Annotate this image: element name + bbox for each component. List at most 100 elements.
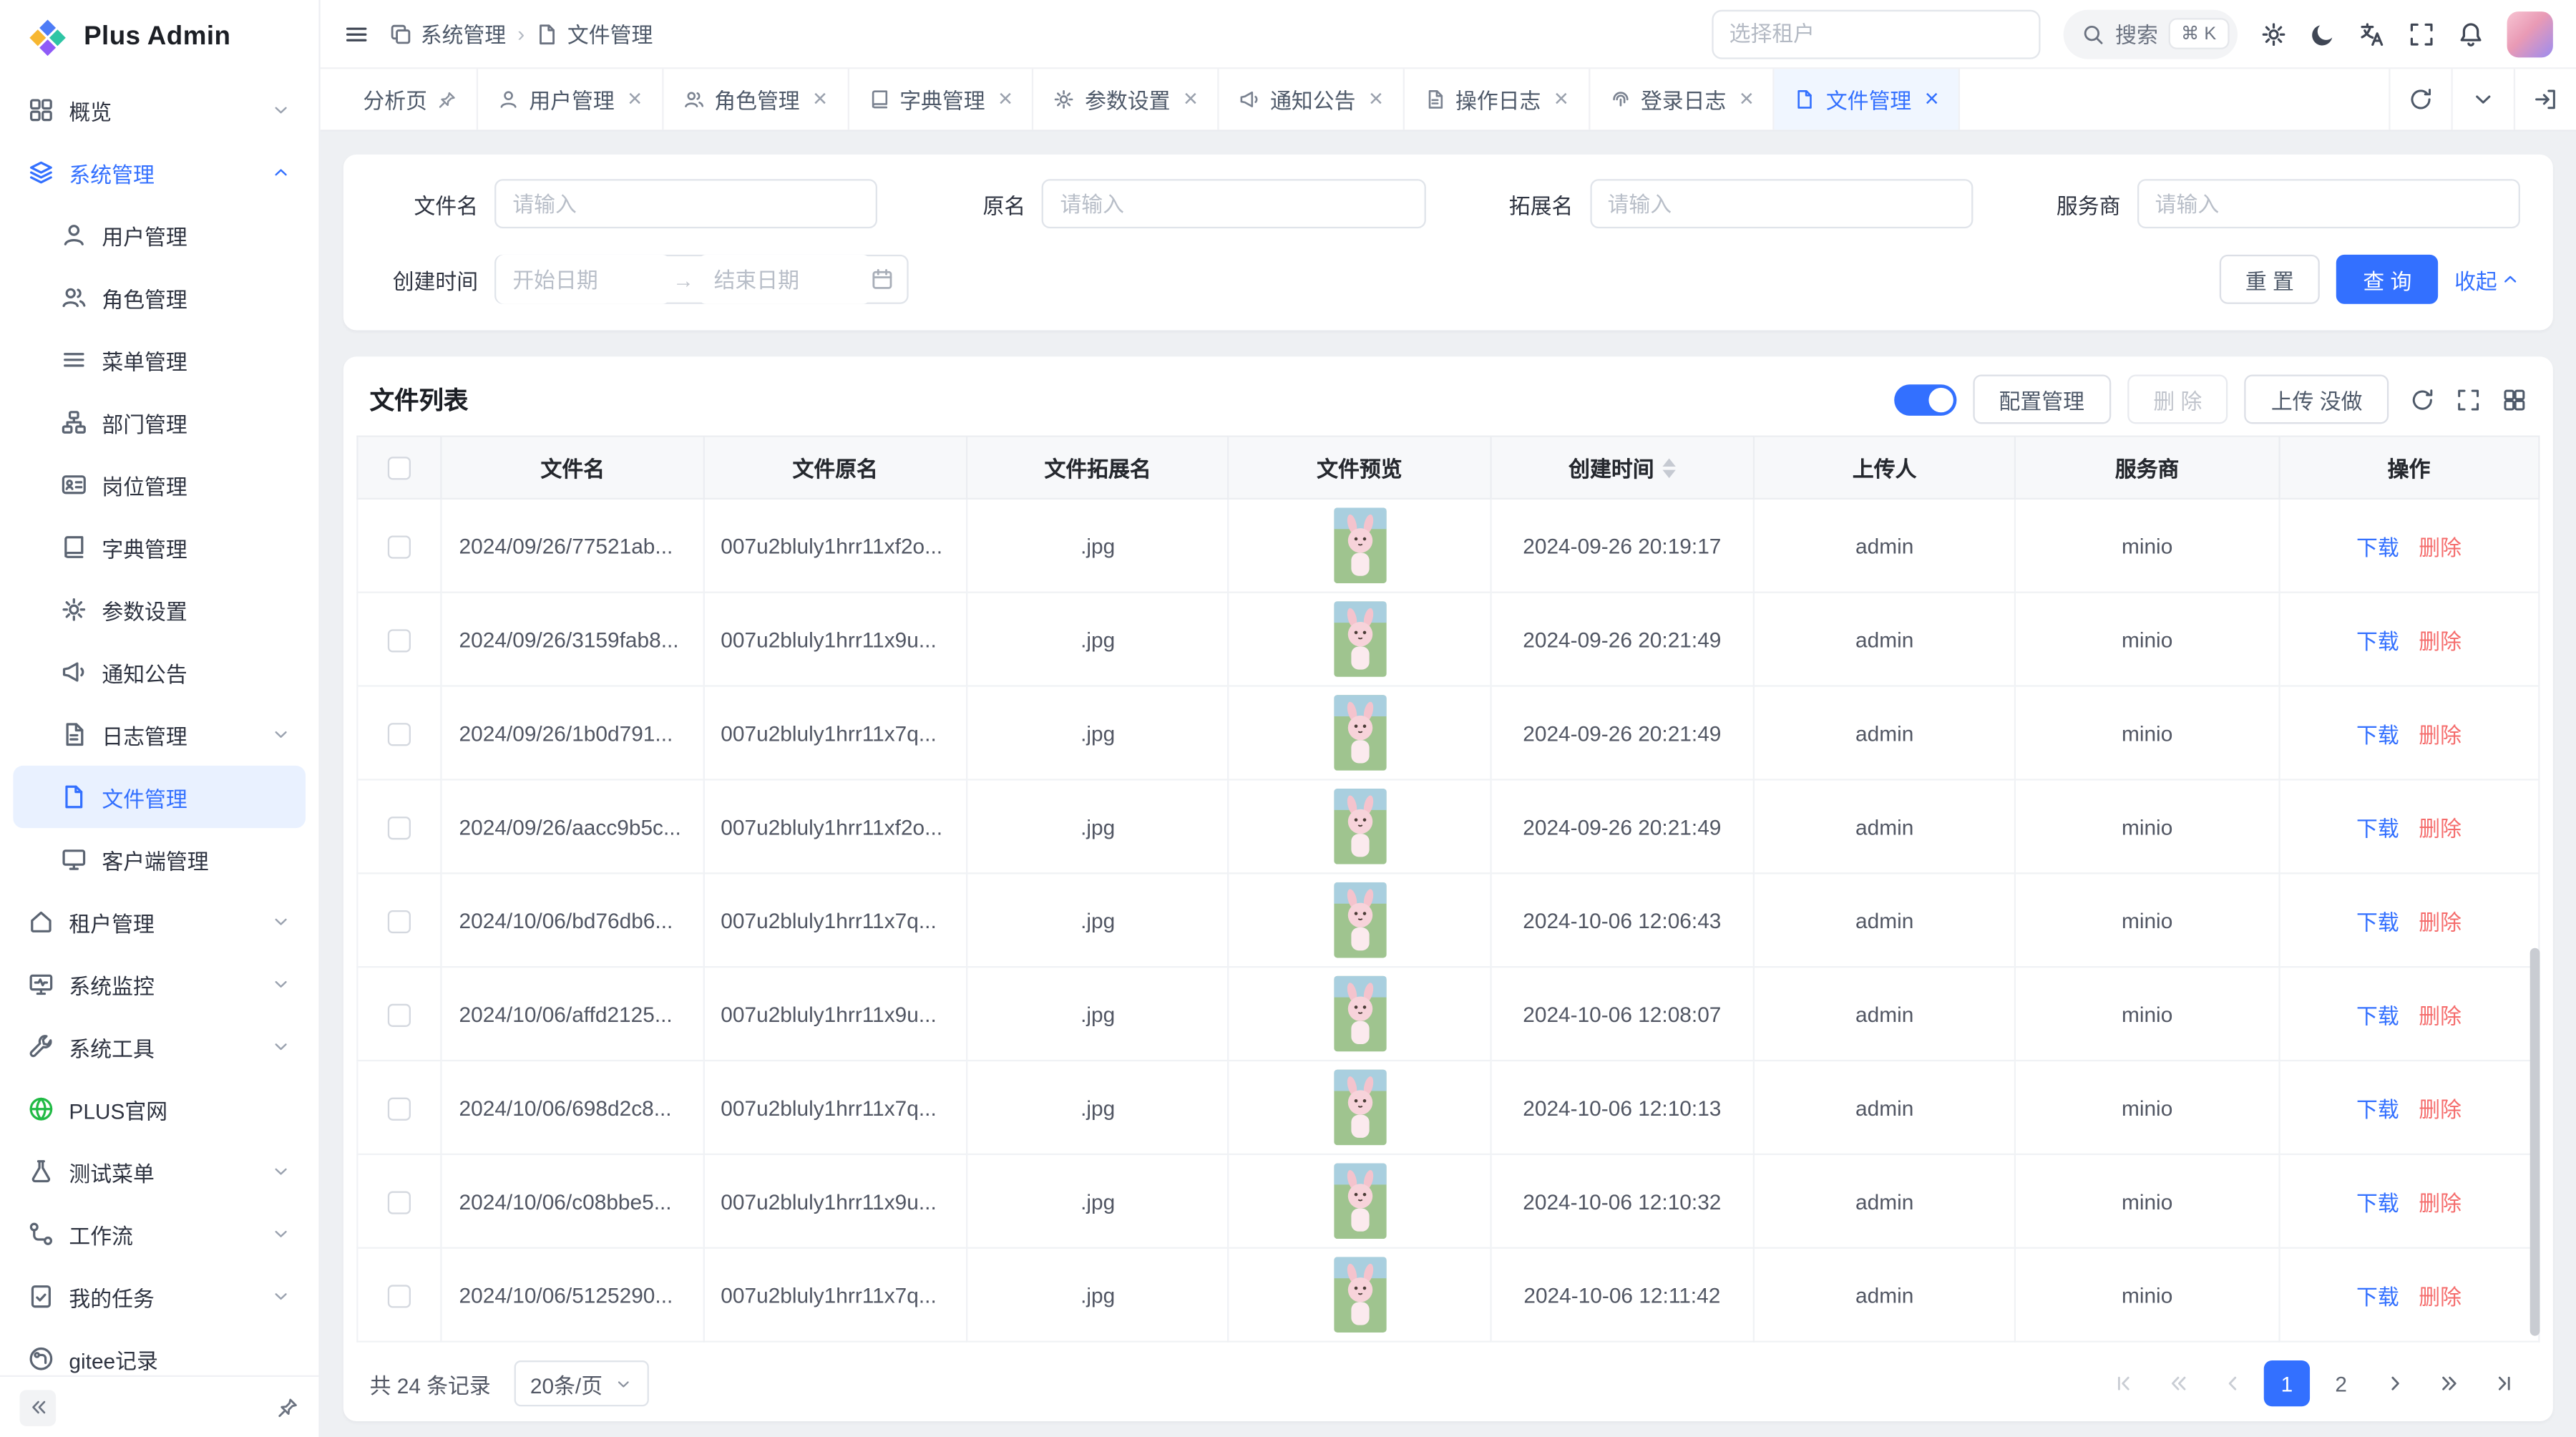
provider-input[interactable] xyxy=(2137,179,2520,228)
settings-button[interactable] xyxy=(2260,21,2287,47)
close-tab-icon[interactable]: × xyxy=(1369,87,1383,112)
fast-next-button[interactable] xyxy=(2426,1360,2472,1406)
end-date-input[interactable] xyxy=(698,255,871,304)
delete-link[interactable]: 删除 xyxy=(2419,535,2462,559)
file-preview-thumbnail[interactable] xyxy=(1333,601,1385,677)
sidebar-item-my-tasks[interactable]: 我的任务 xyxy=(13,1265,306,1328)
reset-button[interactable]: 重 置 xyxy=(2219,255,2320,304)
prev-page-button[interactable] xyxy=(2210,1360,2255,1406)
date-range-input[interactable]: → xyxy=(494,255,909,304)
columns-setting-button[interactable] xyxy=(2502,387,2527,411)
row-checkbox[interactable] xyxy=(388,1191,411,1214)
config-button[interactable]: 配置管理 xyxy=(1973,374,2111,424)
file-preview-thumbnail[interactable] xyxy=(1333,882,1385,958)
breadcrumb-item-system[interactable]: 系统管理 xyxy=(389,18,506,49)
row-checkbox[interactable] xyxy=(388,817,411,839)
sidebar-item-client-mgmt[interactable]: 客户端管理 xyxy=(13,828,306,890)
file-name-input[interactable] xyxy=(494,179,878,228)
delete-link[interactable]: 删除 xyxy=(2419,910,2462,934)
close-panel-button[interactable] xyxy=(2514,69,2576,130)
tab-options-button[interactable] xyxy=(2451,69,2514,130)
file-preview-thumbnail[interactable] xyxy=(1333,976,1385,1052)
sidebar-item-system-tools[interactable]: 系统工具 xyxy=(13,1015,306,1078)
table-scrollbar[interactable] xyxy=(2530,948,2540,1336)
close-tab-icon[interactable]: × xyxy=(813,87,827,112)
row-checkbox[interactable] xyxy=(388,1097,411,1120)
sidebar-item-user-mgmt[interactable]: 用户管理 xyxy=(13,204,306,266)
fullscreen-table-button[interactable] xyxy=(2456,387,2480,411)
download-link[interactable]: 下载 xyxy=(2356,535,2399,559)
sidebar-item-post-mgmt[interactable]: 岗位管理 xyxy=(13,454,306,516)
collapse-sidebar-button[interactable] xyxy=(20,1389,57,1426)
file-preview-thumbnail[interactable] xyxy=(1333,789,1385,864)
sidebar-toggle-button[interactable] xyxy=(343,21,370,47)
upload-button[interactable]: 上传 没做 xyxy=(2245,374,2389,424)
row-checkbox[interactable] xyxy=(388,629,411,652)
file-preview-thumbnail[interactable] xyxy=(1333,1257,1385,1333)
language-button[interactable] xyxy=(2359,21,2386,47)
tab-operation-log[interactable]: 操作日志× xyxy=(1405,69,1590,130)
row-checkbox[interactable] xyxy=(388,1003,411,1026)
sidebar-item-log-mgmt[interactable]: 日志管理 xyxy=(13,703,306,766)
extension-input[interactable] xyxy=(1589,179,1973,228)
delete-link[interactable]: 删除 xyxy=(2419,1003,2462,1028)
tab-user[interactable]: 用户管理× xyxy=(478,69,663,130)
download-link[interactable]: 下载 xyxy=(2356,628,2399,653)
tab-notice[interactable]: 通知公告× xyxy=(1219,69,1405,130)
sidebar-item-plus-site[interactable]: PLUS官网 xyxy=(13,1078,306,1140)
pin-sidebar-button[interactable] xyxy=(276,1395,299,1418)
first-page-button[interactable] xyxy=(2101,1360,2147,1406)
sidebar-item-system-mgmt[interactable]: 系统管理 xyxy=(13,141,306,203)
fullscreen-button[interactable] xyxy=(2409,21,2435,47)
logo[interactable]: Plus Admin xyxy=(0,0,318,76)
tab-role[interactable]: 角色管理× xyxy=(663,69,849,130)
sidebar-item-gitee[interactable]: gitee记录 xyxy=(13,1328,306,1375)
close-tab-icon[interactable]: × xyxy=(998,87,1013,112)
delete-link[interactable]: 删除 xyxy=(2419,1284,2462,1308)
collapse-filter-link[interactable]: 收起 xyxy=(2454,263,2520,295)
download-link[interactable]: 下载 xyxy=(2356,1190,2399,1214)
row-checkbox[interactable] xyxy=(388,535,411,558)
start-date-input[interactable] xyxy=(496,255,669,304)
toggle-switch[interactable] xyxy=(1894,384,1956,415)
delete-button[interactable]: 删 除 xyxy=(2127,374,2228,424)
delete-link[interactable]: 删除 xyxy=(2419,628,2462,653)
refresh-table-button[interactable] xyxy=(2410,387,2434,411)
close-tab-icon[interactable]: × xyxy=(1925,87,1939,112)
avatar[interactable] xyxy=(2507,11,2553,57)
sidebar-item-file-mgmt[interactable]: 文件管理 xyxy=(13,766,306,828)
download-link[interactable]: 下载 xyxy=(2356,1284,2399,1308)
global-search[interactable]: 搜索 ⌘ K xyxy=(2063,9,2238,59)
file-preview-thumbnail[interactable] xyxy=(1333,695,1385,771)
tab-dict[interactable]: 字典管理× xyxy=(849,69,1034,130)
pin-tab-button[interactable] xyxy=(437,89,457,109)
sidebar-item-notice[interactable]: 通知公告 xyxy=(13,640,306,703)
select-all-checkbox[interactable] xyxy=(388,456,411,479)
delete-link[interactable]: 删除 xyxy=(2419,1190,2462,1214)
tab-login-log[interactable]: 登录日志× xyxy=(1590,69,1775,130)
tab-file[interactable]: 文件管理× xyxy=(1775,69,1961,130)
sidebar-item-dept-mgmt[interactable]: 部门管理 xyxy=(13,391,306,453)
close-tab-icon[interactable]: × xyxy=(1740,87,1754,112)
sidebar-item-tenant-mgmt[interactable]: 租户管理 xyxy=(13,890,306,953)
sidebar-item-param-settings[interactable]: 参数设置 xyxy=(13,578,306,640)
delete-link[interactable]: 删除 xyxy=(2419,722,2462,746)
page-button-2[interactable]: 2 xyxy=(2318,1360,2364,1406)
page-button-1[interactable]: 1 xyxy=(2264,1360,2310,1406)
tab-param[interactable]: 参数设置× xyxy=(1034,69,1219,130)
download-link[interactable]: 下载 xyxy=(2356,910,2399,934)
refresh-page-button[interactable] xyxy=(2389,69,2451,130)
close-tab-icon[interactable]: × xyxy=(1184,87,1198,112)
delete-link[interactable]: 删除 xyxy=(2419,816,2462,840)
tab-analysis[interactable]: 分析页 xyxy=(343,69,478,130)
tenant-select[interactable] xyxy=(1711,9,2039,59)
download-link[interactable]: 下载 xyxy=(2356,722,2399,746)
sidebar-item-dict-mgmt[interactable]: 字典管理 xyxy=(13,516,306,578)
row-checkbox[interactable] xyxy=(388,910,411,932)
sidebar-item-system-monitor[interactable]: 系统监控 xyxy=(13,953,306,1015)
close-tab-icon[interactable]: × xyxy=(628,87,642,112)
sidebar-item-workflow[interactable]: 工作流 xyxy=(13,1203,306,1265)
download-link[interactable]: 下载 xyxy=(2356,1097,2399,1121)
sidebar-item-role-mgmt[interactable]: 角色管理 xyxy=(13,266,306,328)
dark-mode-button[interactable] xyxy=(2310,21,2336,47)
